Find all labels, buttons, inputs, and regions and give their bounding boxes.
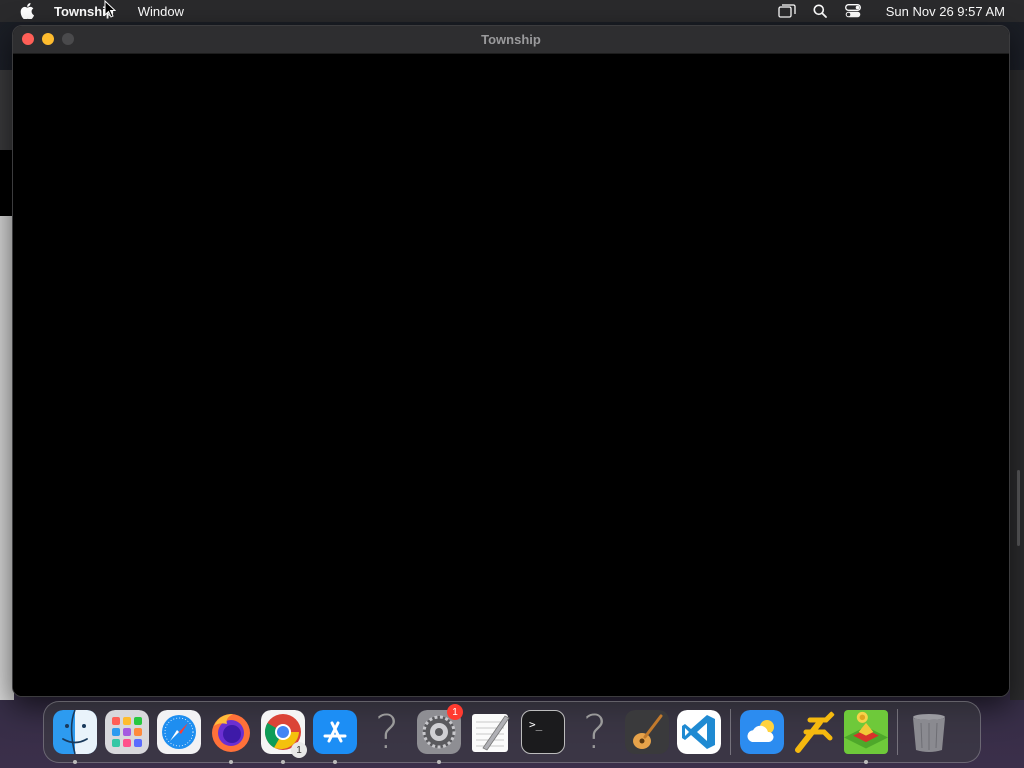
download-count-badge: 1 — [291, 742, 307, 758]
trash-icon — [907, 710, 951, 754]
dock-item-vscode[interactable] — [677, 710, 721, 754]
dock-item-trash[interactable] — [907, 710, 951, 754]
screen-mirroring-icon[interactable] — [778, 3, 796, 19]
running-indicator — [73, 760, 77, 764]
safari-icon — [157, 710, 201, 754]
dock-item-textedit[interactable] — [469, 710, 513, 754]
direction-sign-icon — [792, 710, 836, 754]
dock-item-terminal[interactable]: >_ — [521, 710, 565, 754]
dock: 1 ? 1 >_ ? — [43, 701, 981, 764]
app-store-icon — [313, 710, 357, 754]
window-controls — [22, 33, 74, 45]
finder-icon — [53, 710, 97, 754]
dock-item-app-store[interactable] — [313, 710, 357, 764]
game-canvas[interactable] — [13, 54, 1009, 696]
dock-item-safari[interactable] — [157, 710, 201, 754]
dock-separator — [897, 709, 898, 755]
notification-badge: 1 — [447, 704, 463, 720]
question-mark-icon: ? — [374, 710, 400, 754]
textedit-icon — [469, 710, 513, 754]
vscode-icon — [677, 710, 721, 754]
control-center-icon[interactable] — [844, 3, 862, 19]
background-window-right-edge — [1010, 70, 1024, 700]
minimize-button[interactable] — [42, 33, 54, 45]
running-indicator — [229, 760, 233, 764]
township-icon — [844, 710, 888, 754]
mouse-pointer-icon — [104, 0, 117, 18]
township-window: Township — [12, 25, 1010, 697]
terminal-prompt: >_ — [529, 718, 543, 731]
dock-item-chrome[interactable]: 1 — [261, 710, 307, 764]
dock-item-township[interactable] — [844, 710, 888, 764]
dock-item-unknown-app-2[interactable]: ? — [573, 710, 617, 754]
terminal-icon: >_ — [521, 710, 565, 754]
dock-item-launchpad[interactable] — [105, 710, 149, 754]
menu-window[interactable]: Window — [138, 4, 184, 19]
search-icon[interactable] — [811, 3, 829, 19]
dock-item-firefox[interactable] — [209, 710, 253, 764]
running-indicator — [864, 760, 868, 764]
launchpad-icon — [105, 710, 149, 754]
status-area: Sun Nov 26 9:57 AM — [763, 0, 1005, 22]
garageband-icon — [625, 710, 669, 754]
dock-item-direction-app[interactable] — [792, 710, 836, 754]
question-mark-icon: ? — [582, 710, 608, 754]
dock-item-system-settings[interactable]: 1 — [417, 704, 463, 764]
running-indicator — [333, 760, 337, 764]
weather-icon — [740, 710, 784, 754]
window-titlebar[interactable]: Township — [13, 26, 1009, 54]
dock-item-garageband[interactable] — [625, 710, 669, 754]
running-indicator — [281, 760, 285, 764]
dock-separator — [730, 709, 731, 755]
zoom-button[interactable] — [62, 33, 74, 45]
dock-item-unknown-app[interactable]: ? — [365, 710, 409, 754]
scrollbar-thumb[interactable] — [1017, 470, 1020, 546]
dock-item-weather[interactable] — [740, 710, 784, 754]
apple-menu-icon[interactable] — [20, 3, 34, 19]
menu-bar: Township Window Sun Nov 26 9:57 AM — [0, 0, 1024, 22]
window-title: Township — [481, 32, 541, 47]
running-indicator — [437, 760, 441, 764]
firefox-icon — [209, 710, 253, 754]
close-button[interactable] — [22, 33, 34, 45]
menu-bar-clock[interactable]: Sun Nov 26 9:57 AM — [886, 4, 1005, 19]
dock-item-finder[interactable] — [53, 710, 97, 764]
